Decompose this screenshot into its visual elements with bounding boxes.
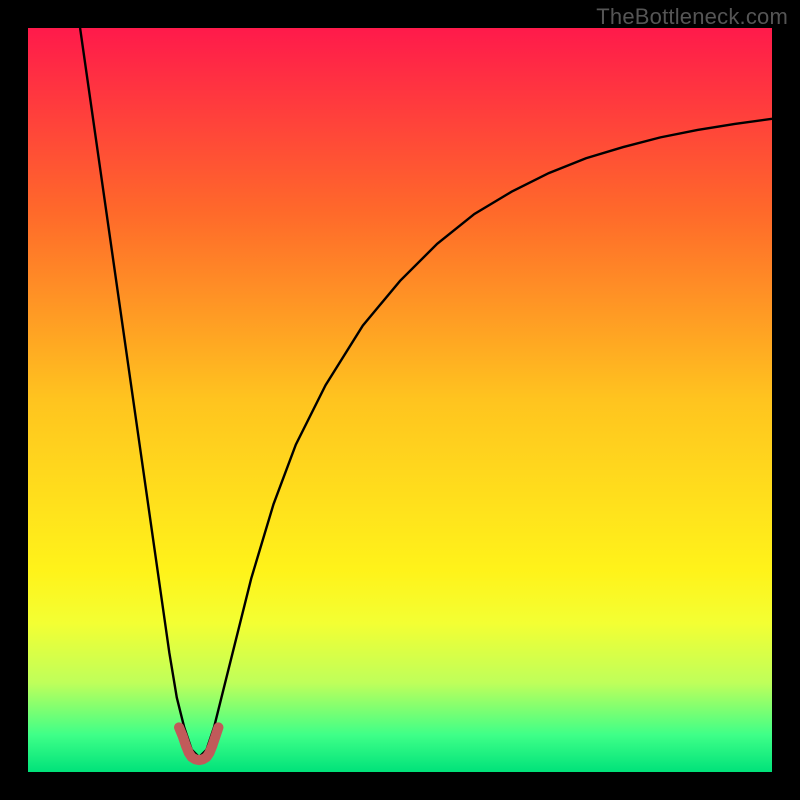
chart-frame: TheBottleneck.com: [0, 0, 800, 800]
plot-area: [28, 28, 772, 772]
watermark-text: TheBottleneck.com: [596, 4, 788, 30]
bottleneck-chart: [28, 28, 772, 772]
gradient-background: [28, 28, 772, 772]
